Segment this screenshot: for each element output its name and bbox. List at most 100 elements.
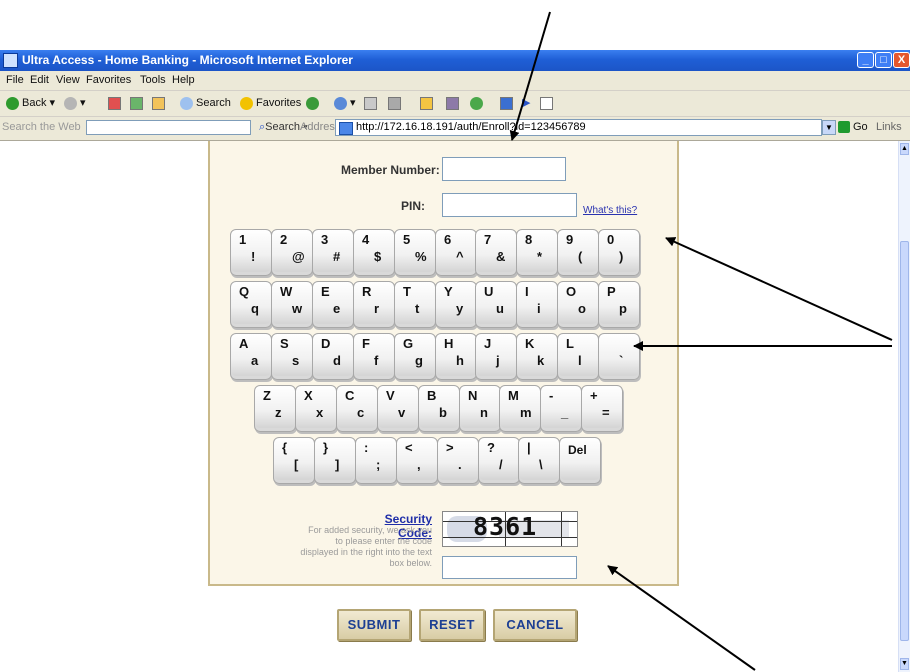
menu-favorites[interactable]: Favorites [86, 74, 131, 86]
play-button[interactable]: ▶ [522, 96, 530, 111]
scroll-thumb[interactable] [900, 241, 909, 641]
submit-button[interactable]: SUBMIT [337, 609, 411, 641]
key-Jj[interactable]: Jj [475, 333, 517, 380]
forward-button[interactable]: ▾ [64, 96, 86, 111]
key-u7bu5b[interactable]: {[ [273, 437, 315, 484]
menu-help[interactable]: Help [172, 74, 195, 86]
scroll-up-arrow-icon[interactable]: ▲ [900, 143, 909, 155]
key-Cc[interactable]: Cc [336, 385, 378, 432]
home-icon [152, 96, 165, 110]
minimize-button[interactable]: _ [857, 52, 874, 68]
key-Mm[interactable]: Mm [499, 385, 541, 432]
key-2u40[interactable]: 2 @ [271, 229, 313, 276]
key-Ff[interactable]: Ff [353, 333, 395, 380]
key-9u28[interactable]: 9( [557, 229, 599, 276]
key-top-char: V [386, 388, 395, 403]
security-code-input[interactable] [442, 556, 577, 579]
menu-view[interactable]: View [56, 74, 80, 86]
key-top-char: A [239, 336, 249, 351]
key-4u24[interactable]: 4 $ [353, 229, 395, 276]
key-Nn[interactable]: Nn [459, 385, 501, 432]
key-0u29[interactable]: 0) [598, 229, 640, 276]
key-Kk[interactable]: Kk [516, 333, 558, 380]
mail-button[interactable] [364, 96, 377, 111]
key-Hh[interactable]: Hh [435, 333, 477, 380]
key-Tt[interactable]: Tt [394, 281, 436, 328]
key-Oo[interactable]: Oo [557, 281, 599, 328]
key-Ww[interactable]: Ww [271, 281, 313, 328]
maximize-button[interactable]: □ [875, 52, 892, 68]
window-titlebar: Ultra Access - Home Banking - Microsoft … [0, 50, 910, 71]
key-Ii[interactable]: Ii [516, 281, 558, 328]
menu-file[interactable]: File [6, 74, 24, 86]
key-u3au3b[interactable]: :; [355, 437, 397, 484]
extra-button[interactable] [540, 96, 553, 111]
key-del[interactable]: Del [559, 437, 601, 484]
key-u60[interactable]: ` [598, 333, 640, 380]
favorites-button[interactable]: Favorites [240, 96, 301, 111]
key-Bb[interactable]: Bb [418, 385, 460, 432]
back-button[interactable]: Back ▾ [6, 96, 55, 111]
search-toolbar-button[interactable]: Search [180, 96, 231, 111]
messenger-button[interactable] [470, 96, 486, 111]
key-top-char: R [362, 284, 372, 299]
key-Xx[interactable]: Xx [295, 385, 337, 432]
cancel-button[interactable]: CANCEL [493, 609, 577, 641]
media-button[interactable] [306, 96, 322, 111]
key-Yy[interactable]: Yy [435, 281, 477, 328]
close-button[interactable]: X [893, 52, 910, 68]
key-Aa[interactable]: Aa [230, 333, 272, 380]
key-Uu[interactable]: Uu [475, 281, 517, 328]
pin-input[interactable] [442, 193, 577, 217]
key-Ee[interactable]: Ee [312, 281, 354, 328]
search-web-input[interactable] [86, 120, 251, 135]
key-Pp[interactable]: Pp [598, 281, 640, 328]
key-Ss[interactable]: Ss [271, 333, 313, 380]
address-dropdown[interactable]: ▼ [822, 120, 836, 135]
key-5u25[interactable]: 5% [394, 229, 436, 276]
key-u3eu2e[interactable]: >. [437, 437, 479, 484]
key-top-char: I [525, 284, 529, 299]
key-u3cu2c[interactable]: <, [396, 437, 438, 484]
key-Qq[interactable]: Qq [230, 281, 272, 328]
print-button[interactable] [388, 96, 401, 111]
key-Zz[interactable]: Zz [254, 385, 296, 432]
member-number-input[interactable] [442, 157, 566, 181]
key-8u2a[interactable]: 8 * [516, 229, 558, 276]
history-button[interactable]: ▾ [334, 96, 356, 111]
links-button[interactable]: Links [876, 121, 902, 133]
key-u2bu3d[interactable]: + = [581, 385, 623, 432]
key-Rr[interactable]: Rr [353, 281, 395, 328]
go-arrow-icon[interactable] [838, 121, 850, 133]
address-input[interactable]: http://172.16.18.191/auth/Enroll?id=1234… [335, 119, 822, 136]
key-Gg[interactable]: Gg [394, 333, 436, 380]
menu-edit[interactable]: Edit [30, 74, 49, 86]
home-button[interactable] [152, 96, 165, 111]
refresh-button[interactable] [130, 96, 143, 111]
key-top-char: ? [487, 440, 495, 455]
key-u2du5f[interactable]: - _ [540, 385, 582, 432]
scroll-down-arrow-icon[interactable]: ▼ [900, 658, 909, 670]
reset-button[interactable]: RESET [419, 609, 485, 641]
key-top-char: F [362, 336, 370, 351]
go-button[interactable]: Go [853, 121, 868, 133]
research-button[interactable] [446, 96, 459, 111]
key-6u5e[interactable]: 6 ^ [435, 229, 477, 276]
key-top-char: - [549, 388, 554, 403]
key-Ll[interactable]: Ll [557, 333, 599, 380]
key-bottom-char: z [275, 405, 282, 420]
folder-button[interactable] [420, 96, 433, 111]
key-Dd[interactable]: Dd [312, 333, 354, 380]
key-7u26[interactable]: 7 & [475, 229, 517, 276]
vertical-scrollbar[interactable]: ▲ ▼ [898, 141, 910, 672]
stop-button[interactable] [108, 96, 121, 111]
key-Vv[interactable]: Vv [377, 385, 419, 432]
key-1u21[interactable]: 1! [230, 229, 272, 276]
menu-tools[interactable]: Tools [140, 74, 166, 86]
media-player-button[interactable] [500, 96, 513, 111]
whats-this-link[interactable]: What's this? [583, 205, 637, 216]
key-3u23[interactable]: 3 # [312, 229, 354, 276]
key-u7du5d[interactable]: }] [314, 437, 356, 484]
key-u7cu5c[interactable]: | \ [518, 437, 560, 484]
key-u3fu2f[interactable]: ? / [478, 437, 520, 484]
